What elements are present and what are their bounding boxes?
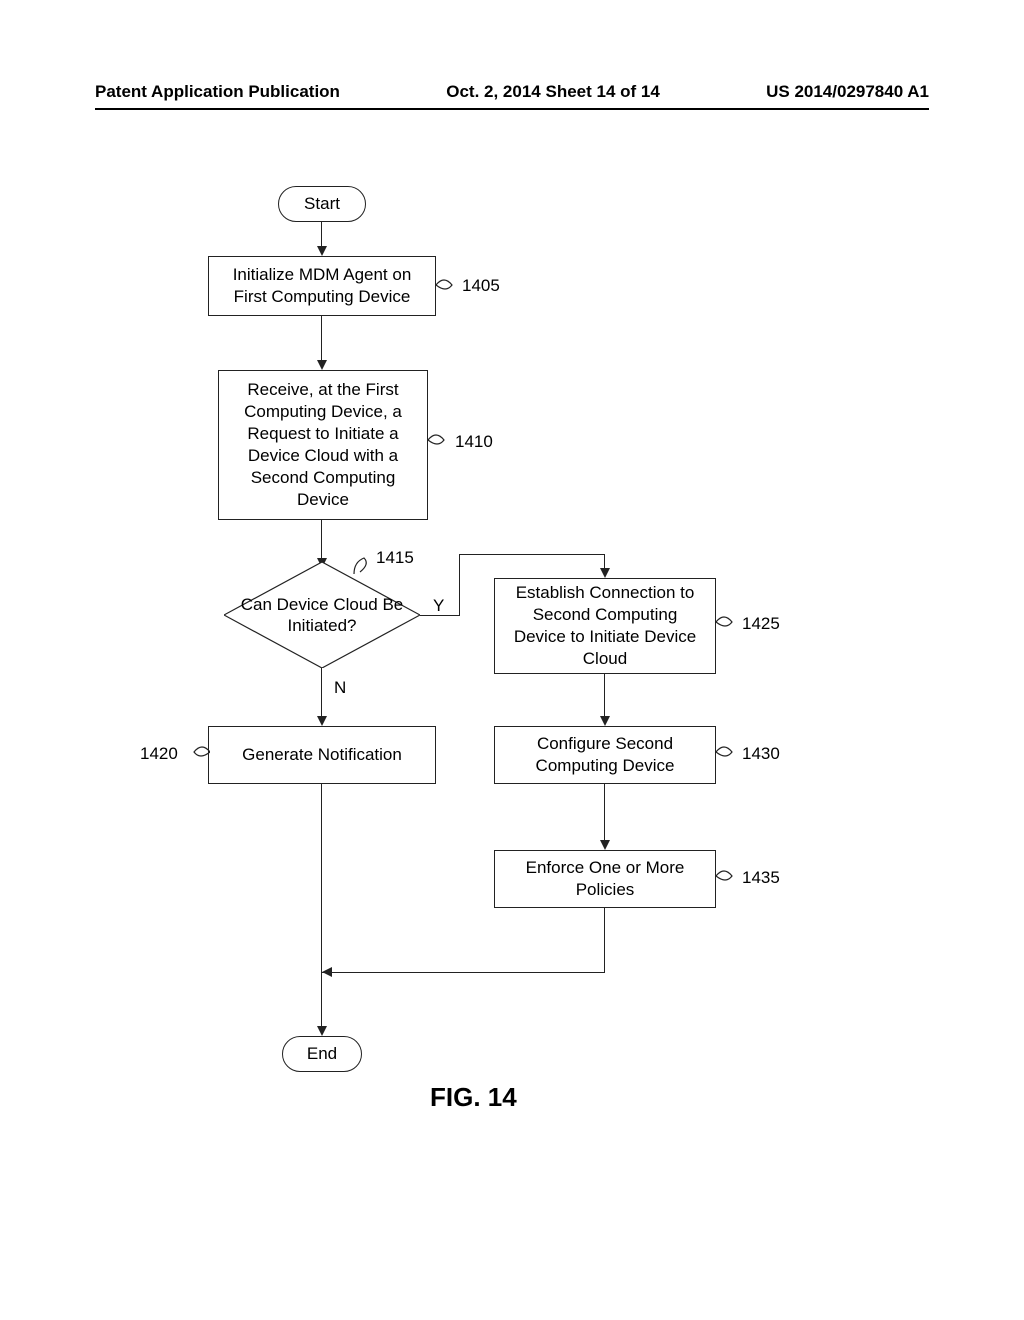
edge-1405-1410-head xyxy=(317,360,327,370)
edge-1415-no-head xyxy=(317,716,327,726)
ref-1420: 1420 xyxy=(140,744,178,764)
edge-1415-yes-h2 xyxy=(459,554,605,555)
step-1405-label: Initialize MDM Agent on First Computing … xyxy=(219,264,425,308)
step-1435-label: Enforce One or More Policies xyxy=(505,857,705,901)
step-1420: Generate Notification xyxy=(208,726,436,784)
lead-1415 xyxy=(350,554,374,578)
edge-1430-1435 xyxy=(604,784,605,842)
edge-1410-1415 xyxy=(321,520,322,560)
ref-1415: 1415 xyxy=(376,548,414,568)
flowchart: Start Initialize MDM Agent on First Comp… xyxy=(0,0,1024,1320)
lead-1425 xyxy=(716,612,740,632)
lead-1405 xyxy=(436,275,460,295)
ref-1425: 1425 xyxy=(742,614,780,634)
figure-caption: FIG. 14 xyxy=(430,1082,517,1113)
step-1430-label: Configure Second Computing Device xyxy=(505,733,705,777)
end-label: End xyxy=(307,1044,337,1064)
start-label: Start xyxy=(304,194,340,214)
edge-1435-down xyxy=(604,908,605,972)
edge-1415-yes-h1 xyxy=(420,615,460,616)
edge-1415-yes-v1 xyxy=(459,554,460,616)
ref-1430: 1430 xyxy=(742,744,780,764)
branch-yes: Y xyxy=(433,596,444,616)
edge-merge-end-head xyxy=(317,1026,327,1036)
edge-1435-left xyxy=(322,972,605,973)
edge-1430-1435-head xyxy=(600,840,610,850)
step-1425: Establish Connection to Second Computing… xyxy=(494,578,716,674)
decision-1415: Can Device Cloud Be Initiated? xyxy=(224,562,420,668)
edge-1405-1410 xyxy=(321,316,322,362)
step-1430: Configure Second Computing Device xyxy=(494,726,716,784)
ref-1405: 1405 xyxy=(462,276,500,296)
step-1410-label: Receive, at the First Computing Device, … xyxy=(229,379,417,512)
lead-1430 xyxy=(716,742,740,762)
edge-start-1405 xyxy=(321,222,322,248)
edge-1415-no xyxy=(321,668,322,718)
edge-1425-1430-head xyxy=(600,716,610,726)
step-1420-label: Generate Notification xyxy=(242,744,402,766)
ref-1435: 1435 xyxy=(742,868,780,888)
lead-1410 xyxy=(428,430,452,450)
end-terminal: End xyxy=(282,1036,362,1072)
step-1435: Enforce One or More Policies xyxy=(494,850,716,908)
decision-1415-label: Can Device Cloud Be Initiated? xyxy=(224,594,420,637)
edge-merge-head xyxy=(322,967,332,977)
edge-1415-yes-head xyxy=(600,568,610,578)
edge-merge-end xyxy=(321,972,322,1028)
step-1405: Initialize MDM Agent on First Computing … xyxy=(208,256,436,316)
edge-1425-1430 xyxy=(604,674,605,718)
edge-start-1405-head xyxy=(317,246,327,256)
step-1425-label: Establish Connection to Second Computing… xyxy=(505,582,705,670)
ref-1410: 1410 xyxy=(455,432,493,452)
step-1410: Receive, at the First Computing Device, … xyxy=(218,370,428,520)
lead-1435 xyxy=(716,866,740,886)
branch-no: N xyxy=(334,678,346,698)
start-terminal: Start xyxy=(278,186,366,222)
lead-1420 xyxy=(186,742,210,762)
